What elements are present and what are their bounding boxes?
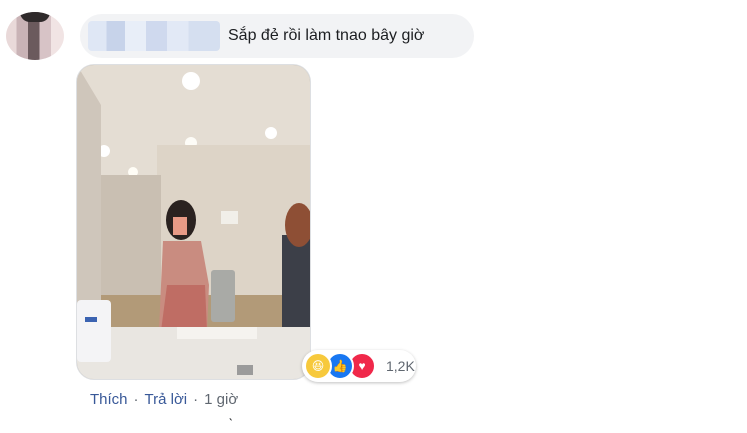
reply-link[interactable]: Trả lời <box>145 391 188 408</box>
separator: · <box>133 391 139 408</box>
comment-time[interactable]: 1 giờ <box>204 391 238 408</box>
comment-actions: Thích · Trả lời · 1 giờ <box>90 391 238 408</box>
comment-photo[interactable] <box>76 64 311 380</box>
author-name-blurred[interactable] <box>88 21 220 51</box>
haha-icon: 😆 <box>304 352 332 380</box>
mirror-selfie-image <box>77 65 310 379</box>
commenter-avatar[interactable] <box>6 12 64 60</box>
comment-bubble: Sắp đẻ rồi làm tnao bây giờ <box>80 14 474 58</box>
comment-text: Sắp đẻ rồi làm tnao bây giờ <box>228 27 425 44</box>
like-link[interactable]: Thích <box>90 391 128 408</box>
reaction-count: 1,2K <box>386 358 415 374</box>
reaction-summary[interactable]: 😆 👍 ♥ 1,2K <box>302 350 416 382</box>
separator: · <box>193 391 199 408</box>
